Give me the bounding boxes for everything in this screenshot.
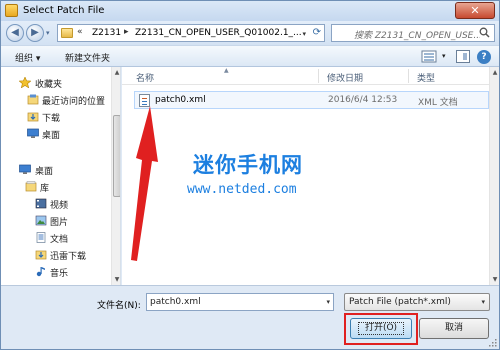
- toolbar: 组织 ▾ 新建文件夹 ▾ ?: [1, 45, 499, 67]
- file-name: patch0.xml: [155, 95, 206, 105]
- nav-item-thunder-downloads[interactable]: 迅雷下载: [1, 247, 111, 263]
- nav-scrollbar[interactable]: ▲ ▼: [111, 67, 120, 285]
- nav-item-documents[interactable]: 文档: [1, 230, 111, 246]
- annotation-highlight-box: [344, 313, 418, 345]
- desktop-icon: [19, 164, 31, 174]
- nav-item-recent-places[interactable]: 最近访问的位置: [1, 92, 111, 108]
- library-icon: [25, 181, 37, 192]
- nav-label: 图片: [50, 218, 69, 228]
- video-icon: [35, 198, 47, 209]
- search-placeholder: 搜索 Z2131_CN_OPEN_USE...: [354, 31, 480, 41]
- column-header-modified[interactable]: 修改日期: [327, 71, 363, 84]
- filename-dropdown-icon[interactable]: ▾: [326, 298, 330, 306]
- help-icon[interactable]: ?: [477, 50, 491, 64]
- file-modified-date: 2016/6/4 12:53: [328, 95, 398, 105]
- download-folder-icon: [27, 112, 39, 122]
- app-icon: [5, 4, 18, 17]
- resize-grip-icon[interactable]: [489, 339, 497, 347]
- nav-label: 下载: [42, 114, 61, 124]
- nav-label: 迅雷下载: [50, 252, 87, 262]
- filename-label: 文件名(N):: [97, 301, 141, 311]
- close-button[interactable]: ✕: [455, 2, 495, 19]
- music-icon: [36, 267, 45, 277]
- scroll-up-arrow-icon[interactable]: ▲: [113, 69, 120, 76]
- nav-item-pictures[interactable]: 图片: [1, 213, 111, 229]
- pictures-icon: [35, 215, 47, 226]
- filename-value: patch0.xml: [150, 297, 201, 307]
- view-mode-icon[interactable]: [419, 49, 439, 64]
- sort-ascending-icon: ▲: [224, 67, 229, 74]
- recent-places-icon: [27, 94, 39, 105]
- nav-label: 文档: [50, 235, 69, 245]
- file-list-scrollbar[interactable]: ▲ ▼: [489, 67, 499, 285]
- breadcrumb-separator-icon[interactable]: ▸: [124, 27, 129, 37]
- recent-locations-chevron-icon[interactable]: ▾: [46, 29, 53, 37]
- thunder-download-icon: [35, 250, 47, 260]
- address-row: ◀ ▶ ▾ « Z2131 ▸ Z2131_CN_OPEN_USER_Q0100…: [1, 21, 499, 45]
- nav-item-libraries[interactable]: 库: [1, 179, 111, 195]
- nav-item-music[interactable]: 音乐: [1, 264, 111, 280]
- forward-arrow-icon[interactable]: ▶: [26, 24, 44, 42]
- nav-label: 收藏夹: [35, 80, 63, 90]
- desktop-icon: [27, 128, 39, 138]
- nav-item-favorites[interactable]: 收藏夹: [1, 75, 111, 91]
- file-row-patch0[interactable]: patch0.xml 2016/6/4 12:53 XML 文档: [134, 91, 489, 109]
- nav-label: 视频: [50, 201, 69, 211]
- nav-item-desktop[interactable]: 桌面: [1, 162, 111, 178]
- xml-file-icon: [139, 94, 150, 107]
- nav-label: 最近访问的位置: [42, 97, 106, 107]
- address-bar[interactable]: « Z2131 ▸ Z2131_CN_OPEN_USER_Q01002.1_..…: [57, 24, 325, 42]
- title-bar[interactable]: Select Patch File ✕: [1, 1, 499, 21]
- view-dropdown-icon[interactable]: ▾: [442, 52, 446, 60]
- scroll-up-arrow-icon[interactable]: ▲: [491, 69, 499, 76]
- new-folder-button[interactable]: 新建文件夹: [65, 51, 110, 64]
- nav-label: 桌面: [35, 167, 54, 177]
- nav-scroll-thumb[interactable]: [113, 115, 120, 197]
- file-type: XML 文档: [418, 98, 458, 108]
- scroll-down-arrow-icon[interactable]: ▼: [491, 276, 499, 283]
- nav-item-downloads[interactable]: 下载: [1, 109, 111, 125]
- nav-label: 库: [40, 184, 50, 194]
- file-dialog-window: Select Patch File ✕ ◀ ▶ ▾ « Z2131 ▸ Z213…: [0, 0, 500, 350]
- nav-item-videos[interactable]: 视频: [1, 196, 111, 212]
- preview-pane-icon[interactable]: [456, 50, 470, 63]
- address-dropdown-icon[interactable]: ▾: [302, 30, 306, 38]
- file-type-filter-value: Patch File (patch*.xml): [349, 297, 451, 307]
- folder-icon: [61, 28, 73, 38]
- refresh-icon[interactable]: ⟳: [313, 27, 321, 38]
- column-header-name[interactable]: 名称: [136, 71, 154, 84]
- search-icon[interactable]: [479, 27, 490, 38]
- watermark-title: 迷你手机网: [193, 153, 303, 177]
- nav-label: 音乐: [50, 269, 69, 279]
- nav-label: 桌面: [42, 131, 61, 141]
- dialog-bottom-panel: 文件名(N): patch0.xml ▾ Patch File (patch*.…: [1, 285, 499, 349]
- filename-input[interactable]: patch0.xml ▾: [146, 293, 334, 311]
- documents-icon: [36, 232, 46, 243]
- breadcrumb-segment-current[interactable]: Z2131_CN_OPEN_USER_Q01002.1_...: [135, 28, 302, 38]
- watermark-url: www.netded.com: [187, 182, 297, 197]
- back-arrow-icon[interactable]: ◀: [6, 24, 24, 42]
- search-input[interactable]: 搜索 Z2131_CN_OPEN_USE...: [331, 24, 495, 42]
- file-type-filter-select[interactable]: Patch File (patch*.xml) ▾: [344, 293, 490, 311]
- window-title: Select Patch File: [23, 5, 105, 16]
- star-icon: [19, 77, 31, 88]
- filter-dropdown-icon[interactable]: ▾: [481, 298, 485, 306]
- cancel-button[interactable]: 取消: [419, 318, 489, 339]
- navigation-pane: 收藏夹 最近访问的位置 下载 桌面 桌面 库 视频 图片 文档 迅雷下载 音乐 …: [1, 67, 121, 285]
- column-header-row: ▲ 名称 修改日期 类型: [122, 67, 499, 85]
- nav-item-desktop-favorite[interactable]: 桌面: [1, 126, 111, 142]
- organize-menu-button[interactable]: 组织 ▾: [15, 51, 40, 64]
- scroll-down-arrow-icon[interactable]: ▼: [113, 276, 120, 283]
- column-header-type[interactable]: 类型: [417, 71, 435, 84]
- breadcrumb-segment-z2131[interactable]: Z2131: [92, 28, 121, 38]
- file-list: ▲ 名称 修改日期 类型 patch0.xml 2016/6/4 12:53 X…: [122, 67, 499, 285]
- breadcrumb-overflow[interactable]: «: [77, 27, 83, 37]
